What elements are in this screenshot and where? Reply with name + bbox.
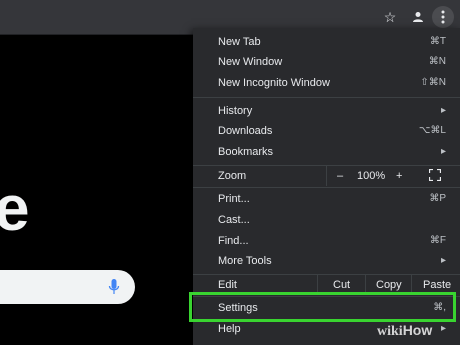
menu-item-label: New Tab — [218, 36, 261, 48]
vertical-dots-icon[interactable] — [432, 6, 454, 28]
submenu-arrow-icon: ▸ — [440, 255, 446, 266]
menu-item-shortcut: ⌘F — [429, 235, 446, 246]
menu-item-label: Downloads — [218, 125, 273, 137]
submenu-arrow-icon: ▸ — [440, 146, 446, 157]
menu-item-cast[interactable]: Cast... — [193, 210, 460, 230]
submenu-arrow-icon: ▸ — [440, 323, 446, 334]
zoom-separator — [326, 166, 327, 186]
watermark-how: How — [402, 322, 433, 338]
menu-item-bookmarks[interactable]: Bookmarks ▸ — [193, 142, 460, 162]
menu-item-label: New Window — [218, 56, 283, 68]
menu-item-print[interactable]: Print... ⌘P — [193, 189, 460, 209]
watermark-wiki: wiki — [377, 324, 403, 339]
menu-item-shortcut: ⌘N — [428, 56, 446, 67]
zoom-level: 100% — [357, 170, 386, 182]
profile-icon[interactable] — [408, 7, 428, 27]
menu-item-more-tools[interactable]: More Tools ▸ — [193, 251, 460, 271]
fullscreen-icon[interactable] — [429, 169, 441, 181]
menu-item-shortcut: ⌥⌘L — [418, 125, 446, 136]
menu-item-shortcut: ⌘T — [429, 36, 446, 47]
menu-item-find[interactable]: Find... ⌘F — [193, 231, 460, 251]
menu-item-label: New Incognito Window — [218, 77, 330, 89]
menu-item-downloads[interactable]: Downloads ⌥⌘L — [193, 121, 460, 141]
menu-divider — [193, 97, 460, 98]
menu-item-label: Zoom — [218, 170, 247, 182]
menu-item-label: Find... — [218, 235, 249, 247]
menu-item-new-incognito-window[interactable]: New Incognito Window ⇧⌘N — [193, 73, 460, 93]
bookmark-star-icon[interactable]: ☆ — [380, 7, 400, 27]
menu-item-label: History — [218, 105, 253, 117]
menu-item-label: More Tools — [218, 255, 272, 267]
submenu-arrow-icon: ▸ — [440, 105, 446, 116]
menu-item-zoom: Zoom – 100% + — [193, 166, 460, 186]
menu-item-shortcut: ⌘P — [429, 193, 446, 204]
zoom-in-button[interactable]: + — [396, 166, 402, 186]
menu-item-new-tab[interactable]: New Tab ⌘T — [193, 32, 460, 52]
settings-highlight-box — [189, 292, 456, 322]
menu-item-shortcut: ⇧⌘N — [420, 77, 446, 88]
menu-item-label: Cast... — [218, 214, 250, 226]
zoom-out-button[interactable]: – — [337, 166, 343, 186]
page-logo: e — [0, 172, 30, 244]
menu-item-label: Help — [218, 323, 241, 335]
wikihow-watermark: wikiHow — [377, 322, 432, 340]
menu-item-history[interactable]: History ▸ — [193, 101, 460, 121]
menu-item-label: Bookmarks — [218, 146, 274, 158]
microphone-icon[interactable] — [108, 278, 120, 296]
menu-item-label: Print... — [218, 193, 250, 205]
menu-divider — [193, 187, 460, 188]
menu-item-new-window[interactable]: New Window ⌘N — [193, 52, 460, 72]
